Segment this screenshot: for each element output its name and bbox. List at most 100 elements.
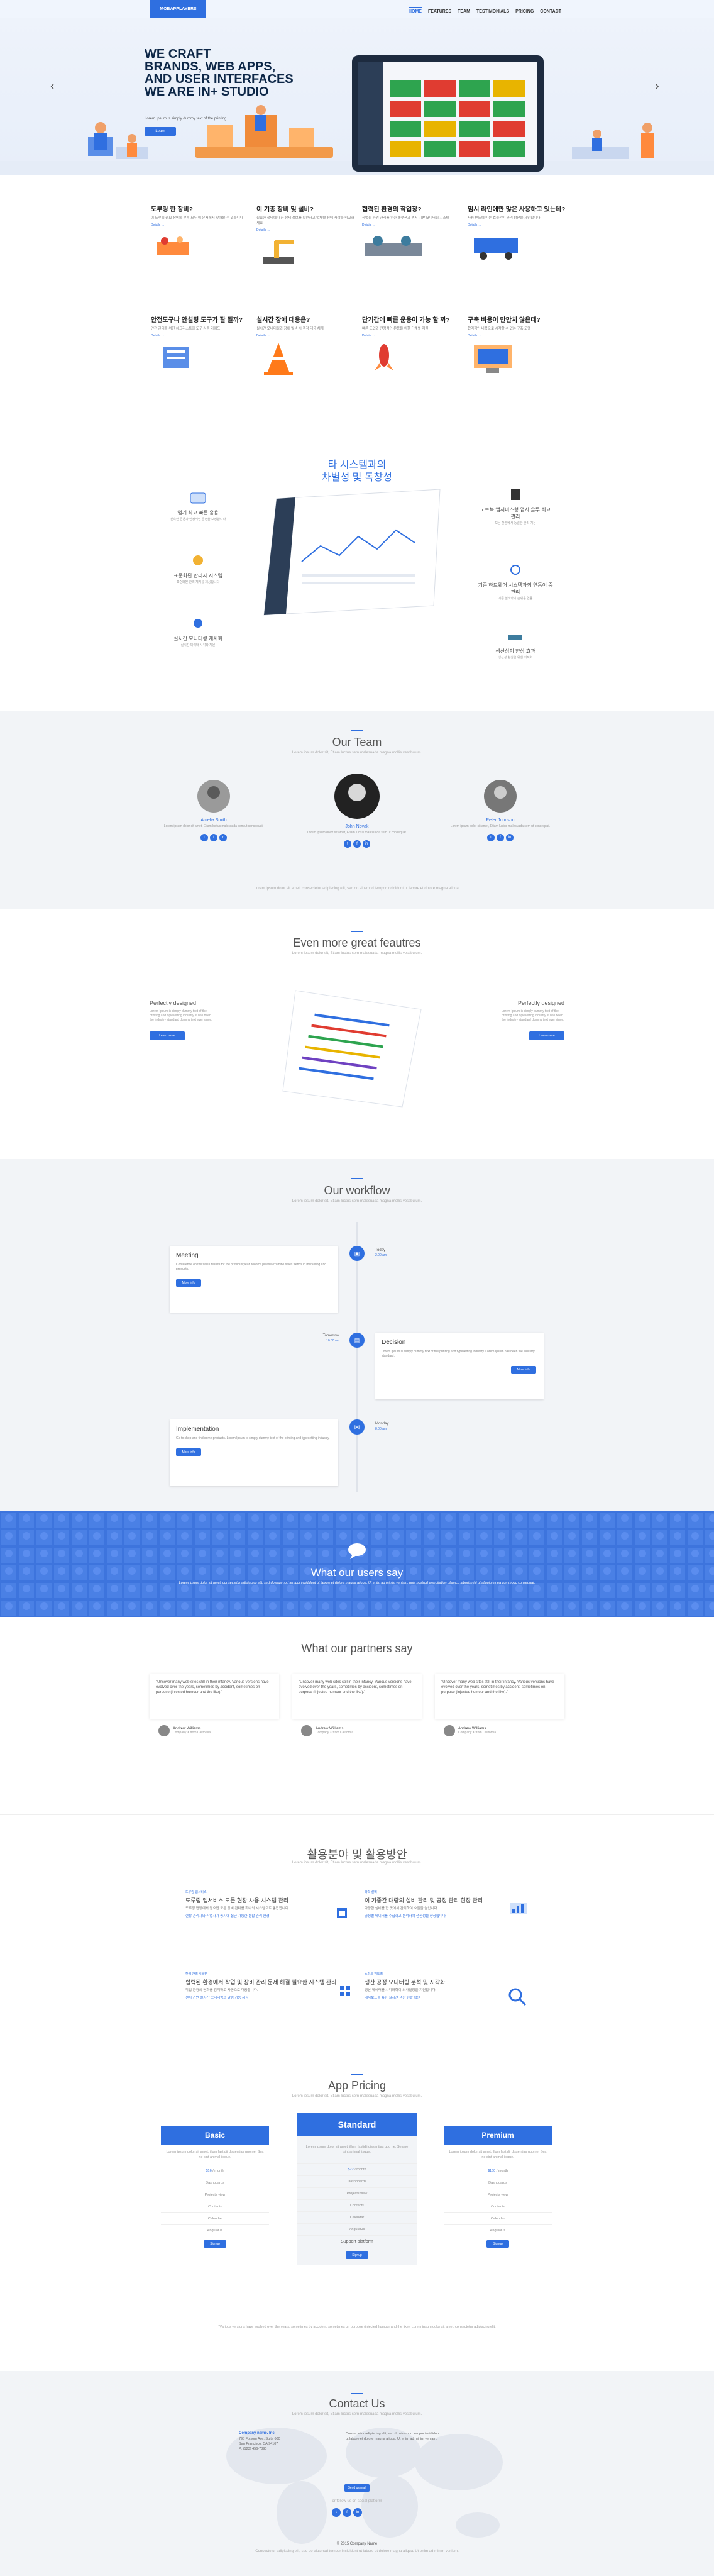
hero-learn-button[interactable]: Learn	[145, 127, 176, 136]
nav-home[interactable]: HOME	[408, 7, 422, 14]
twitter-icon[interactable]: t	[344, 840, 351, 848]
plan-name: Basic	[161, 2126, 269, 2145]
usage-text: 도루링 현장에서 필요한 모든 장비 관리를 하나의 시스템으로 통합합니다.	[185, 1907, 290, 1911]
carousel-next-icon[interactable]: ›	[655, 79, 659, 94]
feature-left: Perfectly designed Lorem Ipsum is simply…	[150, 1000, 212, 1040]
dashboard-monitor-illustration	[352, 55, 544, 172]
magnifier-icon	[508, 1988, 527, 2006]
nav-contact[interactable]: CONTACT	[540, 9, 561, 14]
feature-details-link[interactable]: Details →	[468, 223, 567, 227]
linkedin-icon[interactable]: in	[353, 2508, 362, 2517]
nav-team[interactable]: TEAM	[458, 9, 470, 14]
facebook-icon[interactable]: f	[353, 840, 361, 848]
plan-feature: Dashboards	[161, 2177, 269, 2189]
feature-title: 구축 비용이 만만치 않은데?	[468, 317, 541, 324]
feature-title: 협력된 환경의 작업장?	[362, 206, 422, 213]
mobile-app-illustration	[282, 990, 422, 1108]
pricing-subtitle: Lorem ipsum dolor sit, Etiam luctus sem …	[292, 2094, 422, 2098]
member-socials: t f in	[431, 834, 569, 841]
team-title: Our Team	[332, 736, 382, 748]
linkedin-icon[interactable]: in	[506, 834, 514, 841]
plan-feature: Contacts	[297, 2199, 417, 2211]
partner-quote: "Uncover many web sites still in their i…	[292, 1674, 422, 1719]
main-nav: HOME FEATURES TEAM TESTIMONIALS PRICING …	[408, 7, 561, 14]
plan-feature: Contacts	[444, 2201, 552, 2212]
usage-text: 작업 환경의 변화를 감지하고 자동으로 대응합니다.	[185, 1989, 258, 1992]
briefcase-icon: ▣	[349, 1246, 365, 1261]
author-role: Company X from California	[173, 1731, 211, 1735]
linkedin-icon[interactable]: in	[363, 840, 370, 848]
usage-tag: 도루링 앱서비스	[185, 1890, 207, 1894]
plan-feature: Contacts	[161, 2201, 269, 2212]
learn-more-button[interactable]: Learn more	[529, 1031, 564, 1040]
contact-subtitle: Lorem ipsum dolor sit, Etiam luctus sem …	[292, 2412, 422, 2416]
robot-arm-illustration	[263, 240, 294, 264]
feature-details-link[interactable]: Details →	[151, 223, 250, 227]
feature-title: 임시 라인에만 많은 사용하고 있는데?	[468, 206, 566, 213]
nav-pricing[interactable]: PRICING	[515, 9, 534, 14]
timeline-line	[356, 1222, 358, 1492]
usage-section: 활용분야 및 활용방안 Lorem ipsum dolor sit, Etiam…	[0, 1814, 714, 2057]
feature-details-link[interactable]: Details →	[362, 334, 461, 338]
team-section: Our Team Lorem ipsum dolor sit, Etiam lu…	[0, 711, 714, 909]
feature-details-link[interactable]: Details →	[151, 334, 250, 338]
feature-details-link[interactable]: Details →	[256, 228, 356, 232]
carousel-prev-icon[interactable]: ‹	[50, 79, 55, 94]
facebook-icon[interactable]: f	[210, 834, 217, 841]
workflow-title: Our workflow	[324, 1184, 390, 1197]
linkedin-icon[interactable]: in	[219, 834, 227, 841]
feature-text: 안전 관리를 위한 체크리스트와 도구 사용 가이드	[151, 327, 221, 331]
social-prompt: or follow us on social platform	[332, 2499, 382, 2503]
users-title: What our users say	[310, 1567, 404, 1579]
twitter-icon[interactable]: t	[200, 834, 208, 841]
compare-item-text: 모든 환경에서 동일한 관리 기능	[495, 521, 536, 525]
machine-line-illustration	[365, 236, 422, 256]
feature-item: 구축 비용이 만만치 않은데? 합리적인 비용으로 시작할 수 있는 구축 모델…	[468, 314, 567, 381]
step-title: Decision	[382, 1339, 406, 1346]
facebook-icon[interactable]: f	[343, 2508, 351, 2517]
brand-logo[interactable]: MOBAPPLAYERS	[150, 0, 206, 18]
compare-title-line2: 차별성 및 독창성	[322, 472, 392, 483]
compare-item: 표준화된 관리자 시스템 표준화된 관리 체계를 제공합니다	[160, 553, 236, 585]
usage-item: 화학 설비 이 기종간 대량의 설비 관리 및 공정 관리 현장 관리 다양한 …	[365, 1890, 528, 1919]
nav-testimonials[interactable]: TESTIMONIALS	[476, 9, 509, 14]
learn-more-button[interactable]: Learn more	[150, 1031, 185, 1040]
compare-item-text: 실시간 데이터 시각화 지원	[180, 643, 216, 647]
team-member: Peter Johnson Lorem ipsum dolor sit amet…	[431, 780, 569, 841]
step-title: Implementation	[176, 1426, 219, 1433]
usage-item: 도루링 앱서비스 도루링 앱서비스 모든 현장 사용 시스템 관리 도루링 현장…	[185, 1890, 349, 1919]
feature-details-link[interactable]: Details →	[468, 334, 567, 338]
feature-text: 빠른 도입과 안정적인 운용을 위한 단계별 지원	[362, 327, 429, 331]
step-text: Go to shop and find some products. Lorem…	[176, 1436, 330, 1440]
plan-price: $160 / month	[444, 2165, 552, 2177]
more-info-button[interactable]: More info	[176, 1279, 201, 1287]
feature-details-link[interactable]: Details →	[256, 334, 356, 338]
facebook-icon[interactable]: f	[497, 834, 504, 841]
more-info-button[interactable]: More info	[176, 1448, 201, 1456]
workflow-section: Our workflow Lorem ipsum dolor sit, Etia…	[0, 1159, 714, 1511]
network-icon	[194, 619, 202, 628]
send-mail-button[interactable]: Send us mail	[344, 2484, 370, 2492]
twitter-icon[interactable]: t	[332, 2508, 341, 2517]
workflow-card: Meeting Conference on the sales results …	[170, 1246, 338, 1313]
contact-address: Company name, Inc. 795 Folsom Ave, Suite…	[239, 2431, 280, 2451]
section-divider	[351, 931, 363, 932]
plan-desc: Lorem ipsum dolor sit amet, illum fastid…	[305, 2145, 409, 2154]
more-features-section: Even more great feautres Lorem ipsum dol…	[0, 909, 714, 1159]
usage-title: 활용분야 및 활용방안	[307, 1848, 407, 1861]
signup-button[interactable]: Signup	[486, 2240, 509, 2248]
plan-name: Premium	[444, 2126, 552, 2145]
nav-features[interactable]: FEATURES	[428, 9, 451, 14]
signup-button[interactable]: Signup	[204, 2240, 226, 2248]
twitter-icon[interactable]: t	[487, 834, 495, 841]
background-collage	[0, 1511, 714, 1617]
usage-item: 스마트 팩토리 생산 공정 모니터링 분석 및 시각화 생산 데이터를 시각화하…	[365, 1972, 528, 2001]
dashboard-tablet-illustration	[263, 489, 441, 616]
feature-tag: Perfectly designed	[517, 1000, 564, 1006]
plan-price: $16 / month	[161, 2165, 269, 2177]
rocket-illustration	[375, 344, 393, 370]
plan-feature: Calendar	[297, 2211, 417, 2223]
more-info-button[interactable]: More info	[511, 1366, 536, 1374]
feature-details-link[interactable]: Details →	[362, 223, 461, 227]
signup-button[interactable]: Signup	[346, 2251, 368, 2259]
